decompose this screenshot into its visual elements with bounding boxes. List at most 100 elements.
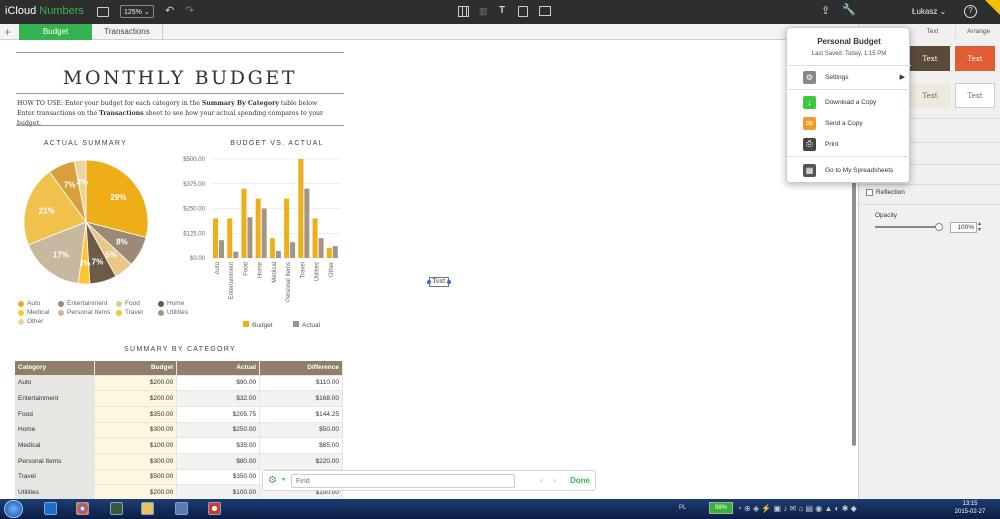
tab-budget[interactable]: Budget <box>19 24 92 40</box>
media-player-icon[interactable] <box>44 502 57 515</box>
clock[interactable]: 13:15 2015-02-27 <box>949 500 991 516</box>
shape-icon[interactable] <box>518 6 528 17</box>
table-cell[interactable]: $100.00 <box>176 484 261 499</box>
find-input[interactable] <box>291 474 515 488</box>
share-icon[interactable]: ⇪ <box>821 4 830 17</box>
table-cell[interactable]: $350.00 <box>176 469 261 486</box>
menu-download[interactable]: ↓ Download a Copy <box>787 92 911 112</box>
user-name: Łukasz <box>912 7 938 16</box>
tray-icons[interactable]: ◔ ⊕ ◈ ⚡ ▣ ♪ ✉ ⌂ ▤ ◉ ▲ ◐ ✱ ◆ <box>737 504 857 513</box>
table-cell[interactable]: Personal Items <box>15 453 96 470</box>
col-actual[interactable]: Actual <box>176 361 261 376</box>
app-icon[interactable] <box>110 502 123 515</box>
table-row[interactable]: Personal Items $300.00 $80.00 $220.00 <box>15 453 343 470</box>
table-row[interactable]: Entertainment $200.00 $32.00 $168.00 <box>15 390 343 407</box>
table-cell[interactable]: Auto <box>15 375 96 392</box>
text-style-beige[interactable]: Text <box>910 83 950 108</box>
battery-indicator[interactable]: 98% <box>709 502 733 514</box>
table-cell[interactable]: $90.00 <box>176 375 261 392</box>
opacity-stepper[interactable]: ▴ ▾ <box>978 221 981 233</box>
table-cell[interactable]: Medical <box>15 437 96 454</box>
table-cell[interactable]: $200.00 <box>94 375 178 392</box>
pie-data-label: 3% <box>76 177 88 186</box>
table-cell[interactable]: $65.00 <box>259 437 343 454</box>
menu-settings[interactable]: ⚙ Settings ▶ <box>787 67 911 87</box>
user-menu[interactable]: Łukasz ⌄ <box>912 7 946 16</box>
find-options-icon[interactable]: ⚙ <box>268 475 277 486</box>
find-dropdown-icon[interactable]: ▾ <box>282 476 285 483</box>
find-done-button[interactable]: Done <box>570 476 590 485</box>
tab-transactions[interactable]: Transactions <box>92 24 163 40</box>
table-cell[interactable]: $32.00 <box>176 390 261 407</box>
resize-handle-left[interactable] <box>427 280 431 284</box>
redo-icon[interactable]: ↷ <box>185 4 194 17</box>
opacity-slider-knob[interactable] <box>935 223 943 231</box>
legend-item: Personal Items <box>58 309 110 316</box>
text-icon[interactable]: T <box>499 5 505 16</box>
table-cell[interactable]: Utilities <box>15 484 96 499</box>
table-cell[interactable]: $35.00 <box>176 437 261 454</box>
text-style-plain[interactable]: Text <box>955 83 995 108</box>
table-cell[interactable]: Food <box>15 406 96 423</box>
wrench-icon[interactable]: 🔧 <box>842 3 856 16</box>
table-cell[interactable]: $144.25 <box>259 406 343 423</box>
zoom-value: 125% <box>124 9 142 16</box>
table-cell[interactable]: $300.00 <box>94 453 178 470</box>
col-difference[interactable]: Difference <box>259 361 343 376</box>
tab-arrange[interactable]: Arrange <box>955 24 1000 39</box>
zoom-select[interactable]: 125% ⌄ <box>120 5 154 18</box>
menu-print[interactable]: ⎙ Print <box>787 134 911 154</box>
image-icon[interactable] <box>539 6 551 16</box>
col-category[interactable]: Category <box>15 361 96 376</box>
table-cell[interactable]: $300.00 <box>94 422 178 439</box>
opacity-slider[interactable] <box>875 226 939 228</box>
table-row[interactable]: Medical $100.00 $35.00 $65.00 <box>15 437 343 454</box>
reflection-label: Reflection <box>876 189 905 196</box>
table-cell[interactable]: $80.00 <box>176 453 261 470</box>
calculator-icon[interactable] <box>175 502 188 515</box>
pie-data-label: 7% <box>64 180 76 189</box>
table-cell[interactable]: $110.00 <box>259 375 343 392</box>
table-row[interactable]: Home $300.00 $250.00 $50.00 <box>15 422 343 439</box>
table-cell[interactable]: Entertainment <box>15 390 96 407</box>
explorer-icon[interactable] <box>141 502 154 515</box>
view-icon[interactable] <box>97 7 109 17</box>
table-cell[interactable]: $500.00 <box>94 469 178 486</box>
table-cell[interactable]: $350.00 <box>94 406 178 423</box>
opera-icon[interactable] <box>208 502 221 515</box>
chrome-icon[interactable] <box>76 502 89 515</box>
help-icon[interactable]: ? <box>964 5 977 18</box>
resize-handle-right[interactable] <box>447 280 451 284</box>
table-icon[interactable] <box>458 6 469 17</box>
opacity-value-field[interactable]: 100% <box>950 222 977 233</box>
table-cell[interactable]: $168.00 <box>259 390 343 407</box>
tab-text[interactable]: Text <box>910 24 955 39</box>
reflection-checkbox[interactable] <box>866 189 873 196</box>
col-budget[interactable]: Budget <box>94 361 178 376</box>
table-cell[interactable]: $200.00 <box>94 484 178 499</box>
find-next-icon[interactable]: › <box>553 475 556 485</box>
table-cell[interactable]: Home <box>15 422 96 439</box>
table-row[interactable]: Auto $200.00 $90.00 $110.00 <box>15 375 343 392</box>
table-cell[interactable]: $200.00 <box>94 390 178 407</box>
table-cell[interactable]: $50.00 <box>259 422 343 439</box>
selected-text-box[interactable]: Text <box>429 277 449 287</box>
table-cell[interactable]: $220.00 <box>259 453 343 470</box>
table-cell[interactable]: Travel <box>15 469 96 486</box>
menu-go-to-spreadsheets[interactable]: ▦ Go to My Spreadsheets <box>787 160 911 180</box>
table-row[interactable]: Food $350.00 $205.75 $144.25 <box>15 406 343 423</box>
table-cell[interactable]: $250.00 <box>176 422 261 439</box>
pie-data-label: 8% <box>116 238 128 247</box>
text-style-orange[interactable]: Text <box>955 46 995 71</box>
start-button[interactable] <box>4 500 23 518</box>
table-cell[interactable]: $100.00 <box>94 437 178 454</box>
find-prev-icon[interactable]: ‹ <box>540 475 543 485</box>
language-indicator[interactable]: PL <box>679 505 686 511</box>
page-title: MONTHLY BUDGET <box>62 67 298 89</box>
text-style-dark[interactable]: Text <box>910 46 950 71</box>
add-sheet-button[interactable]: + <box>4 25 11 39</box>
chart-icon[interactable]: ▥ <box>479 6 488 17</box>
menu-send[interactable]: ✉ Send a Copy <box>787 113 911 133</box>
table-cell[interactable]: $205.75 <box>176 406 261 423</box>
undo-icon[interactable]: ↶ <box>165 4 174 17</box>
